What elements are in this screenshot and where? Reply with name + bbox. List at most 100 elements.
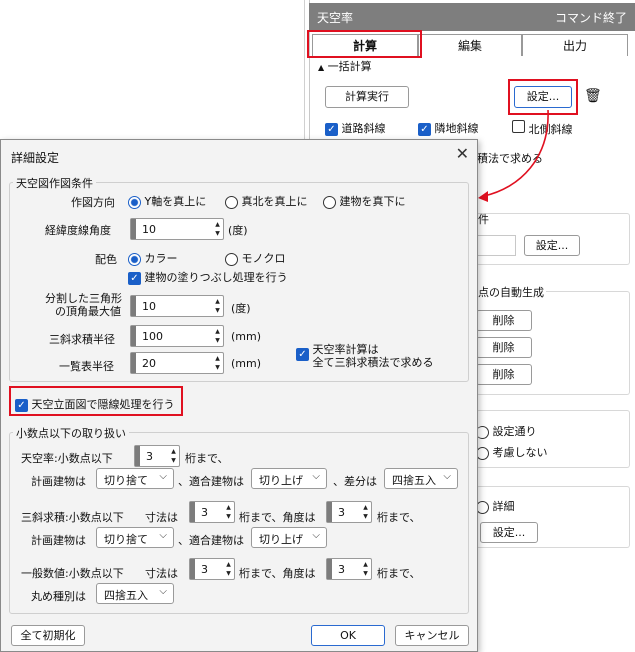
fit-bldg-label: 、適合建物は [178,475,244,488]
settings-button-2[interactable]: 設定... [524,235,580,256]
grid-angle-label: 経緯度線角度 [45,224,111,237]
tab-edit[interactable]: 編集 [418,34,522,56]
delete-button-3[interactable]: 削除 [476,364,532,385]
radius-unit: (mm) [231,330,262,343]
tri-angle-dec-stepper[interactable]: 3 ▲ ▼ [326,501,372,523]
spin-down-icon[interactable]: ▼ [361,513,370,521]
sky-chart-group-label: 天空図作図条件 [13,175,96,191]
spin-up-icon[interactable]: ▲ [213,298,222,306]
select-value: 四捨五入 [104,589,148,602]
spin-down-icon[interactable]: ▼ [224,513,233,521]
spin-down-icon[interactable]: ▼ [169,457,178,465]
radio-icon [225,195,238,209]
reset-all-button[interactable]: 全て初期化 [11,625,85,646]
delete-button-2[interactable]: 削除 [476,337,532,358]
tri-dim-value: 3 [201,506,208,519]
chevron-down-icon: ⌵ [159,530,167,541]
tri-plan-select[interactable]: 切り捨て ⌵ [96,527,174,548]
gen-dim-suffix: 桁まで、角度は [239,567,316,580]
spin-up-icon[interactable]: ▲ [213,221,222,229]
radio-icon [225,252,238,266]
tri-angle-value: 10 [142,300,156,313]
radio-detail[interactable]: 詳細 [476,498,515,514]
cancel-button[interactable]: キャンセル [395,625,469,646]
sky-decimal-value: 3 [146,450,153,463]
plan-bldg-select[interactable]: 切り捨て ⌵ [96,468,174,489]
gen-dim-label: 寸法は [145,567,178,580]
end-command-button[interactable]: コマンド終了 [555,9,627,26]
spin-up-icon[interactable]: ▲ [224,561,233,569]
checkbox-icon: ✓ [325,123,338,136]
diff-select[interactable]: 四捨五入 ⌵ [384,468,458,489]
fill-check[interactable]: ✓ 建物の塗りつぶし処理を行う [128,269,288,285]
trash-icon[interactable]: 🗑 [584,88,602,104]
section-toggle[interactable]: ▲ 一括計算 [318,58,372,74]
round-type-select[interactable]: 四捨五入 ⌵ [96,583,174,604]
diff-label: 、差分は [333,475,377,488]
collapse-icon: ▲ [318,63,325,72]
select-value: 四捨五入 [392,474,436,487]
gen-dim-stepper[interactable]: 3 ▲ ▼ [189,558,235,580]
tri-decimal-label: 三斜求積:小数点以下 [21,511,124,524]
partial-field[interactable] [476,235,516,256]
radio-as-set[interactable]: 設定通り [476,423,537,439]
radio-building-down[interactable]: 建物を真下に [323,193,406,209]
radio-ignore[interactable]: 考慮しない [476,444,548,460]
tri-angle-label: 分割した三角形 の頂角最大値 [45,292,122,318]
hidden-line-highlight [9,386,183,416]
spin-down-icon[interactable]: ▼ [213,307,222,315]
radio-icon [128,252,141,266]
list-radius-label: 一覧表半径 [59,360,114,373]
tri-angle-stepper[interactable]: 10 ▲ ▼ [130,295,224,317]
spin-down-icon[interactable]: ▼ [361,570,370,578]
fit-bldg-select[interactable]: 切り上げ ⌵ [251,468,327,489]
tri-angle-dec-value: 3 [338,506,345,519]
list-radius-stepper[interactable]: 20 ▲ ▼ [130,352,224,374]
gen-angle-stepper[interactable]: 3 ▲ ▼ [326,558,372,580]
tri-angle-unit: (度) [231,302,251,315]
ok-button[interactable]: OK [311,625,385,646]
radio-true-north[interactable]: 真北を真上に [225,193,308,209]
spin-up-icon[interactable]: ▲ [213,328,222,336]
radius-stepper[interactable]: 100 ▲ ▼ [130,325,224,347]
spin-down-icon[interactable]: ▼ [224,570,233,578]
tab-output[interactable]: 出力 [522,34,628,56]
sky-decimal-stepper[interactable]: 3 ▲ ▼ [134,445,180,467]
sky-decimal-label: 天空率:小数点以下 [21,452,113,465]
fit-bldg-label-2: 、適合建物は [178,534,244,547]
delete-button-1[interactable]: 削除 [476,310,532,331]
radio-color[interactable]: カラー [128,250,178,266]
spin-down-icon[interactable]: ▼ [213,364,222,372]
spin-up-icon[interactable]: ▲ [361,504,370,512]
settings-button-3[interactable]: 設定... [480,522,538,543]
spin-down-icon[interactable]: ▼ [213,230,222,238]
check-road[interactable]: ✓ 道路斜線 [325,120,386,136]
detail-settings-dialog: 詳細設定 ✕ 天空図作図条件 作図方向 Y軸を真上に 真北を真上に 建物を真下に… [0,139,478,652]
spin-up-icon[interactable]: ▲ [224,504,233,512]
select-value: 切り上げ [259,533,303,546]
radio-y-axis[interactable]: Y軸を真上に [128,193,206,209]
calc-method-check[interactable]: ✓ 天空率計算は 全て三斜求積法で求める [296,343,434,369]
dir-label: 作図方向 [71,196,115,209]
plan-bldg-label: 計画建物は [31,475,86,488]
panel-title: 天空率 [317,11,354,25]
spin-up-icon[interactable]: ▲ [361,561,370,569]
spin-down-icon[interactable]: ▼ [213,337,222,345]
run-calc-button[interactable]: 計算実行 [325,86,409,108]
calc-method-line-1: 天空率計算は [312,343,379,356]
grid-angle-stepper[interactable]: 10 ▲ ▼ [130,218,224,240]
close-icon[interactable]: ✕ [456,144,469,163]
angle-suffix: 桁まで、 [377,511,421,524]
spin-up-icon[interactable]: ▲ [213,355,222,363]
tri-fit-select[interactable]: 切り上げ ⌵ [251,527,327,548]
radio-icon [323,195,336,209]
section-label: 一括計算 [327,60,372,73]
checkbox-icon: ✓ [418,123,431,136]
list-radius-value: 20 [142,357,156,370]
tri-dim-stepper[interactable]: 3 ▲ ▼ [189,501,235,523]
select-value: 切り上げ [259,474,303,487]
radio-mono[interactable]: モノクロ [225,250,286,266]
spin-up-icon[interactable]: ▲ [169,448,178,456]
decimal-group-label: 小数点以下の取り扱い [13,425,129,441]
chevron-down-icon: ⌵ [312,530,320,541]
